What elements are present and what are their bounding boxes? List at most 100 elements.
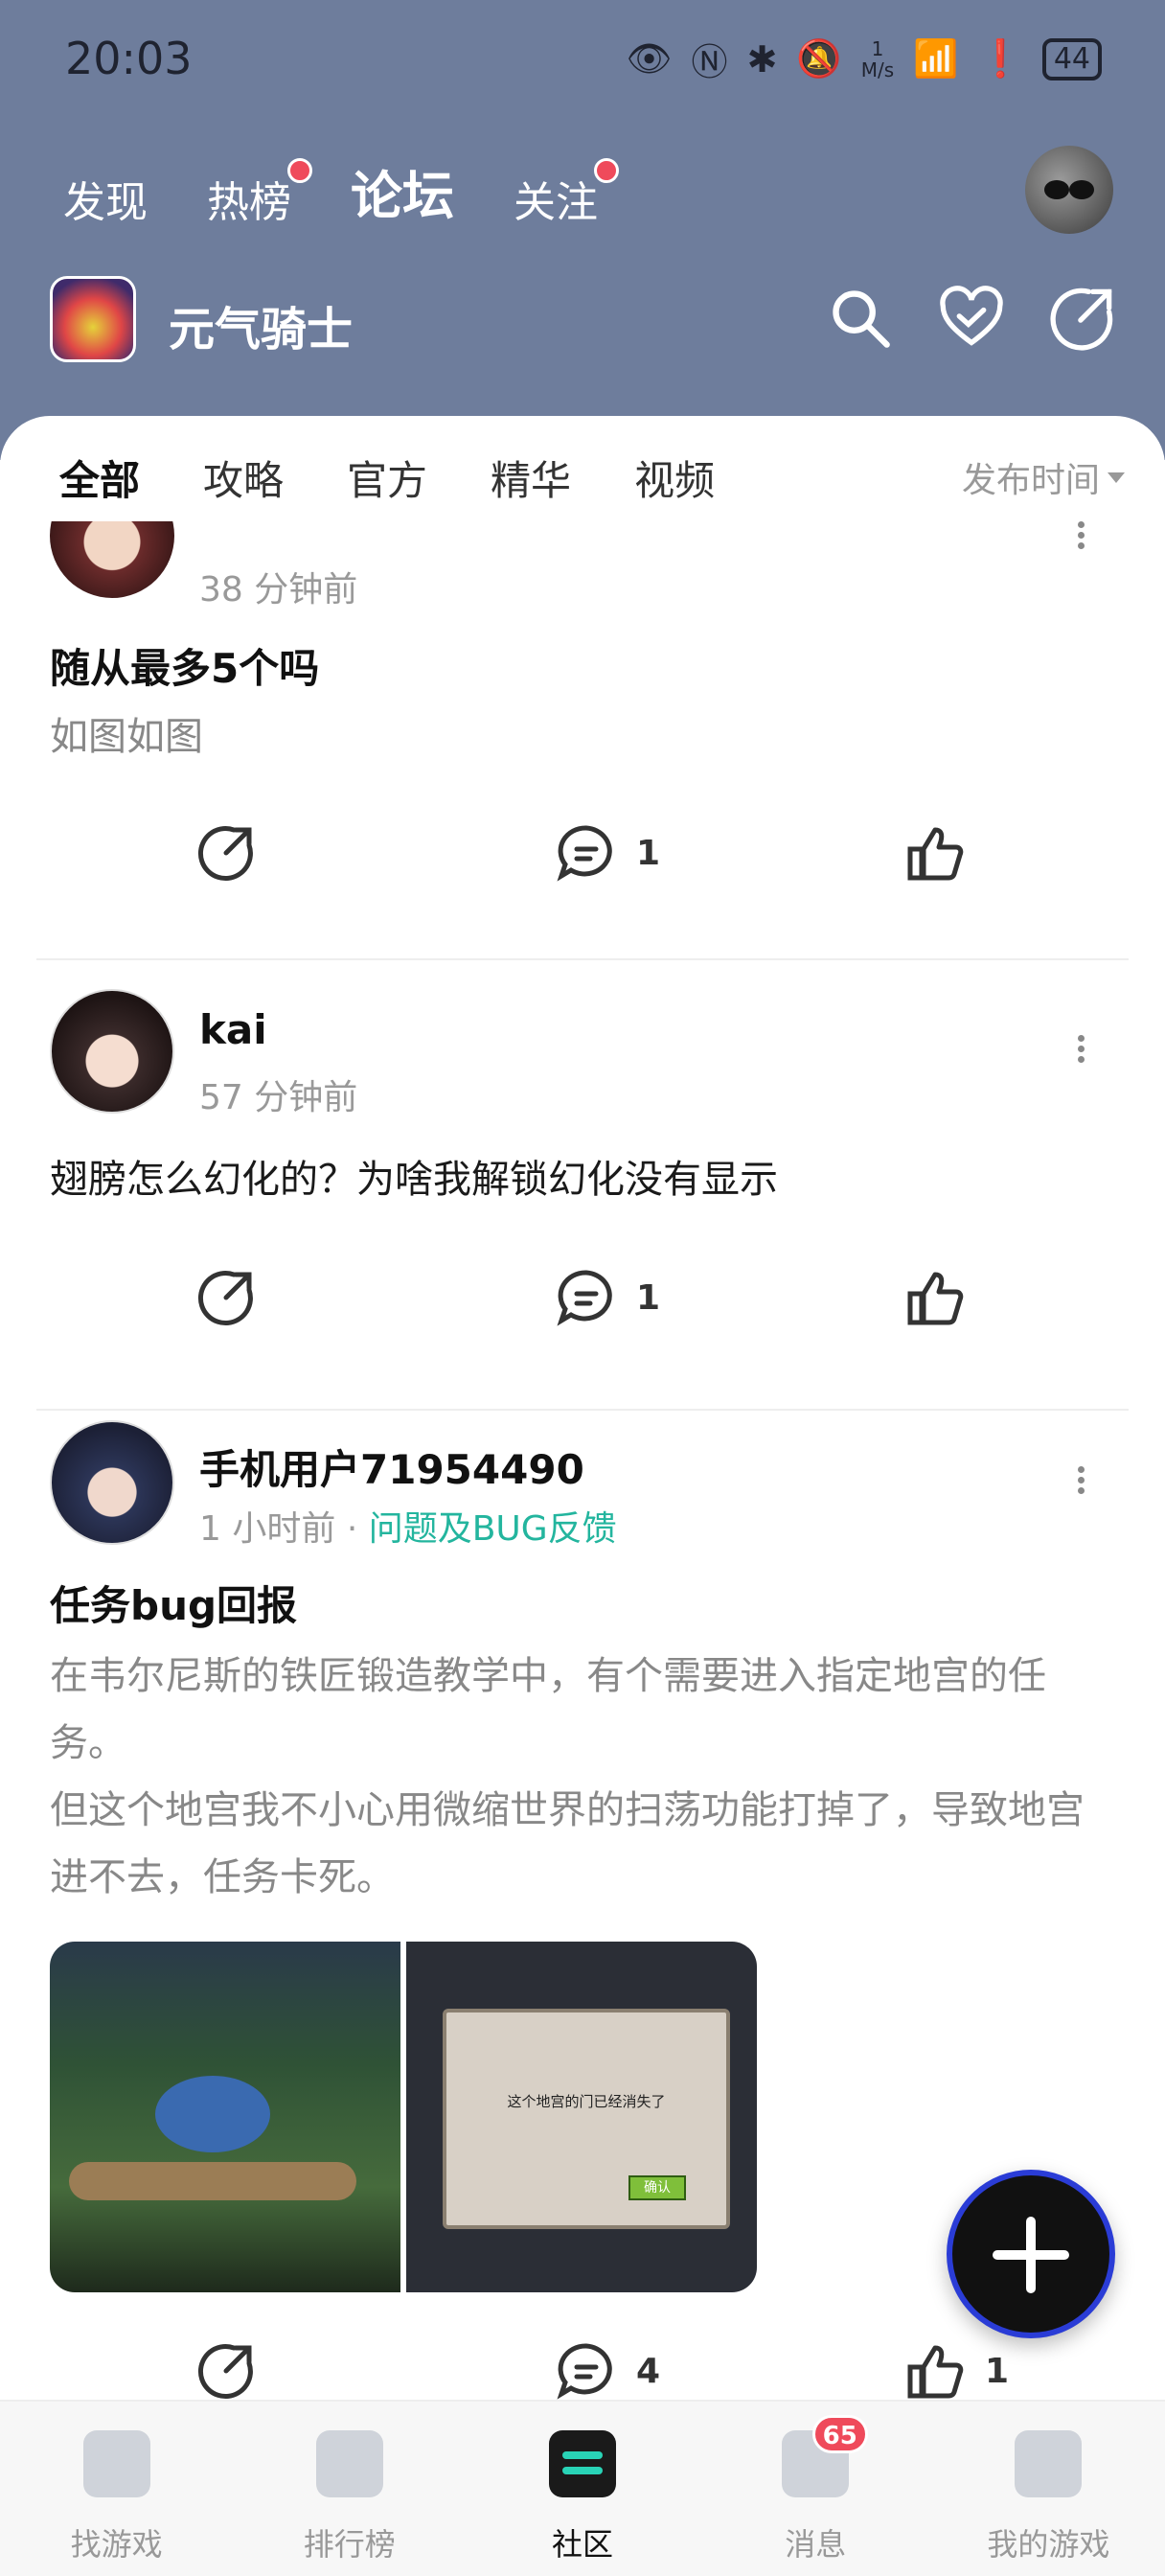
sort-label: 发布时间: [961, 461, 1100, 500]
post-actions: 1: [0, 822, 1165, 889]
image-dialog-button: 确认: [628, 2175, 686, 2200]
like-button[interactable]: [904, 1267, 985, 1328]
tab-featured[interactable]: 精华: [491, 448, 571, 507]
rankings-icon: [315, 2430, 383, 2497]
game-header: 元气骑士: [50, 276, 1115, 366]
divider: [36, 958, 1129, 960]
bottom-nav-rankings[interactable]: 排行榜: [233, 2402, 466, 2576]
post-body: 如图如图: [50, 715, 203, 759]
net-speed: 1 M/s: [861, 38, 894, 80]
post-time: 1 小时前: [199, 1509, 336, 1549]
post-card[interactable]: 38 分钟前 随从最多5个吗 如图如图 1: [0, 521, 1165, 991]
tab-official[interactable]: 官方: [347, 448, 427, 507]
post-image[interactable]: 这个地宫的门已经消失了 确认: [406, 1942, 757, 2292]
more-options-icon[interactable]: [1073, 1462, 1088, 1501]
caret-down-icon: [1108, 472, 1125, 483]
share-button[interactable]: [195, 1267, 257, 1328]
post-body-paragraph: 在韦尔尼斯的铁匠锻造教学中，有个需要进入指定地宫的任务。: [50, 1654, 1046, 1765]
user-avatar[interactable]: [1025, 146, 1113, 234]
comment-icon: [557, 2343, 612, 2400]
forum-tag[interactable]: 问题及BUG反馈: [369, 1509, 617, 1549]
nav-hot-label: 热榜: [207, 178, 291, 227]
post-actions: 4 1: [0, 2340, 1165, 2400]
share-button[interactable]: [195, 2340, 257, 2400]
alert-icon: ❗: [977, 37, 1023, 80]
post-card[interactable]: kai 57 分钟前 翅膀怎么幻化的？为啥我解锁幻化没有显示 1: [0, 989, 1165, 1420]
net-speed-unit: M/s: [860, 58, 895, 81]
thumbs-up-icon: [907, 1272, 964, 1325]
share-icon[interactable]: [1050, 286, 1115, 351]
game-icon[interactable]: [50, 276, 136, 362]
comment-button[interactable]: 1: [556, 1267, 660, 1328]
favorite-heart-icon[interactable]: [939, 286, 1004, 351]
bottom-nav-my-games[interactable]: 我的游戏: [932, 2402, 1165, 2576]
status-time: 20:03: [65, 33, 193, 84]
wifi-icon: 📶: [913, 37, 959, 80]
image-dialog-text: 这个地宫的门已经消失了: [507, 2093, 666, 2110]
post-author[interactable]: kai: [199, 1006, 267, 1053]
bottom-nav: 找游戏 排行榜 社区 65 消息 我的游戏: [0, 2400, 1165, 2576]
comment-icon: [557, 1270, 612, 1326]
bottom-nav-label: 消息: [785, 2526, 847, 2563]
thumbs-up-icon: [907, 2345, 964, 2399]
avatar[interactable]: [50, 521, 174, 598]
post-body-paragraph: 但这个地宫我不小心用微缩世界的扫荡功能打掉了，导致地宫进不去，任务卡死。: [50, 1788, 1085, 1899]
post-body: 在韦尔尼斯的铁匠锻造教学中，有个需要进入指定地宫的任务。 但这个地宫我不小心用微…: [50, 1643, 1115, 1911]
nav-discover[interactable]: 发现: [63, 168, 148, 229]
tab-all[interactable]: 全部: [59, 448, 141, 511]
nav-forum[interactable]: 论坛: [351, 153, 454, 229]
category-tabs: 全部 攻略 官方 精华 视频: [59, 448, 778, 511]
create-post-button[interactable]: [947, 2170, 1115, 2338]
bottom-nav-community[interactable]: 社区: [466, 2402, 698, 2576]
comment-button[interactable]: 4: [556, 2340, 660, 2400]
comment-icon: [557, 825, 612, 882]
bottom-nav-label: 排行榜: [303, 2526, 396, 2563]
game-title[interactable]: 元气骑士: [169, 291, 353, 358]
thumbs-up-icon: [907, 827, 964, 881]
post-meta: 1 小时前 · 问题及BUG反馈: [199, 1501, 617, 1551]
comment-count: 1: [636, 1277, 661, 1318]
top-nav: 发现 热榜 论坛 关注: [63, 153, 657, 229]
avatar[interactable]: [50, 989, 174, 1114]
bottom-nav-label: 社区: [552, 2526, 614, 2563]
post-title: 随从最多5个吗: [50, 645, 320, 692]
bottom-nav-label: 我的游戏: [987, 2526, 1110, 2563]
game-actions: [828, 286, 1115, 351]
post-feed[interactable]: 38 分钟前 随从最多5个吗 如图如图 1 kai 57 分钟前 翅膀怎么幻化的…: [0, 521, 1165, 2400]
eye-icon: 👁: [626, 37, 673, 80]
comment-button[interactable]: 1: [556, 822, 660, 884]
like-button[interactable]: 1: [904, 2340, 1009, 2400]
nav-hot[interactable]: 热榜: [207, 158, 312, 229]
bottom-nav-messages[interactable]: 65 消息: [699, 2402, 932, 2576]
community-icon: [549, 2430, 616, 2497]
bluetooth-icon: ✱: [746, 37, 778, 80]
tab-video[interactable]: 视频: [634, 448, 715, 507]
net-speed-value: 1: [871, 36, 884, 60]
search-icon[interactable]: [828, 286, 893, 351]
notification-dot: [594, 158, 619, 183]
share-icon: [197, 2344, 253, 2400]
status-icons: 👁 Ⓝ ✱ 🔕 1 M/s 📶 ❗ 44: [626, 33, 1102, 85]
post-title: 任务bug回报: [50, 1582, 298, 1629]
post-author[interactable]: 手机用户71954490: [199, 1438, 584, 1496]
more-options-icon[interactable]: [1073, 521, 1088, 556]
post-actions: 1: [0, 1267, 1165, 1334]
nav-discover-label: 发现: [63, 178, 148, 227]
post-image[interactable]: [50, 1942, 400, 2292]
tab-guides[interactable]: 攻略: [203, 448, 284, 507]
like-button[interactable]: [904, 822, 985, 884]
bottom-nav-label: 找游戏: [70, 2526, 163, 2563]
sort-dropdown[interactable]: 发布时间: [962, 452, 1125, 502]
nav-forum-label: 论坛: [351, 166, 454, 226]
nfc-icon: Ⓝ: [691, 41, 728, 83]
notification-dot: [287, 158, 312, 183]
share-button[interactable]: [195, 822, 257, 884]
more-options-icon[interactable]: [1073, 1031, 1088, 1070]
post-body: 翅膀怎么幻化的？为啥我解锁幻化没有显示: [50, 1158, 778, 1202]
mute-icon: 🔕: [796, 37, 842, 80]
comment-count: 4: [636, 2351, 661, 2391]
avatar[interactable]: [50, 1420, 174, 1545]
nav-follow[interactable]: 关注: [514, 158, 619, 229]
divider: [36, 1409, 1129, 1411]
bottom-nav-find-games[interactable]: 找游戏: [0, 2402, 233, 2576]
